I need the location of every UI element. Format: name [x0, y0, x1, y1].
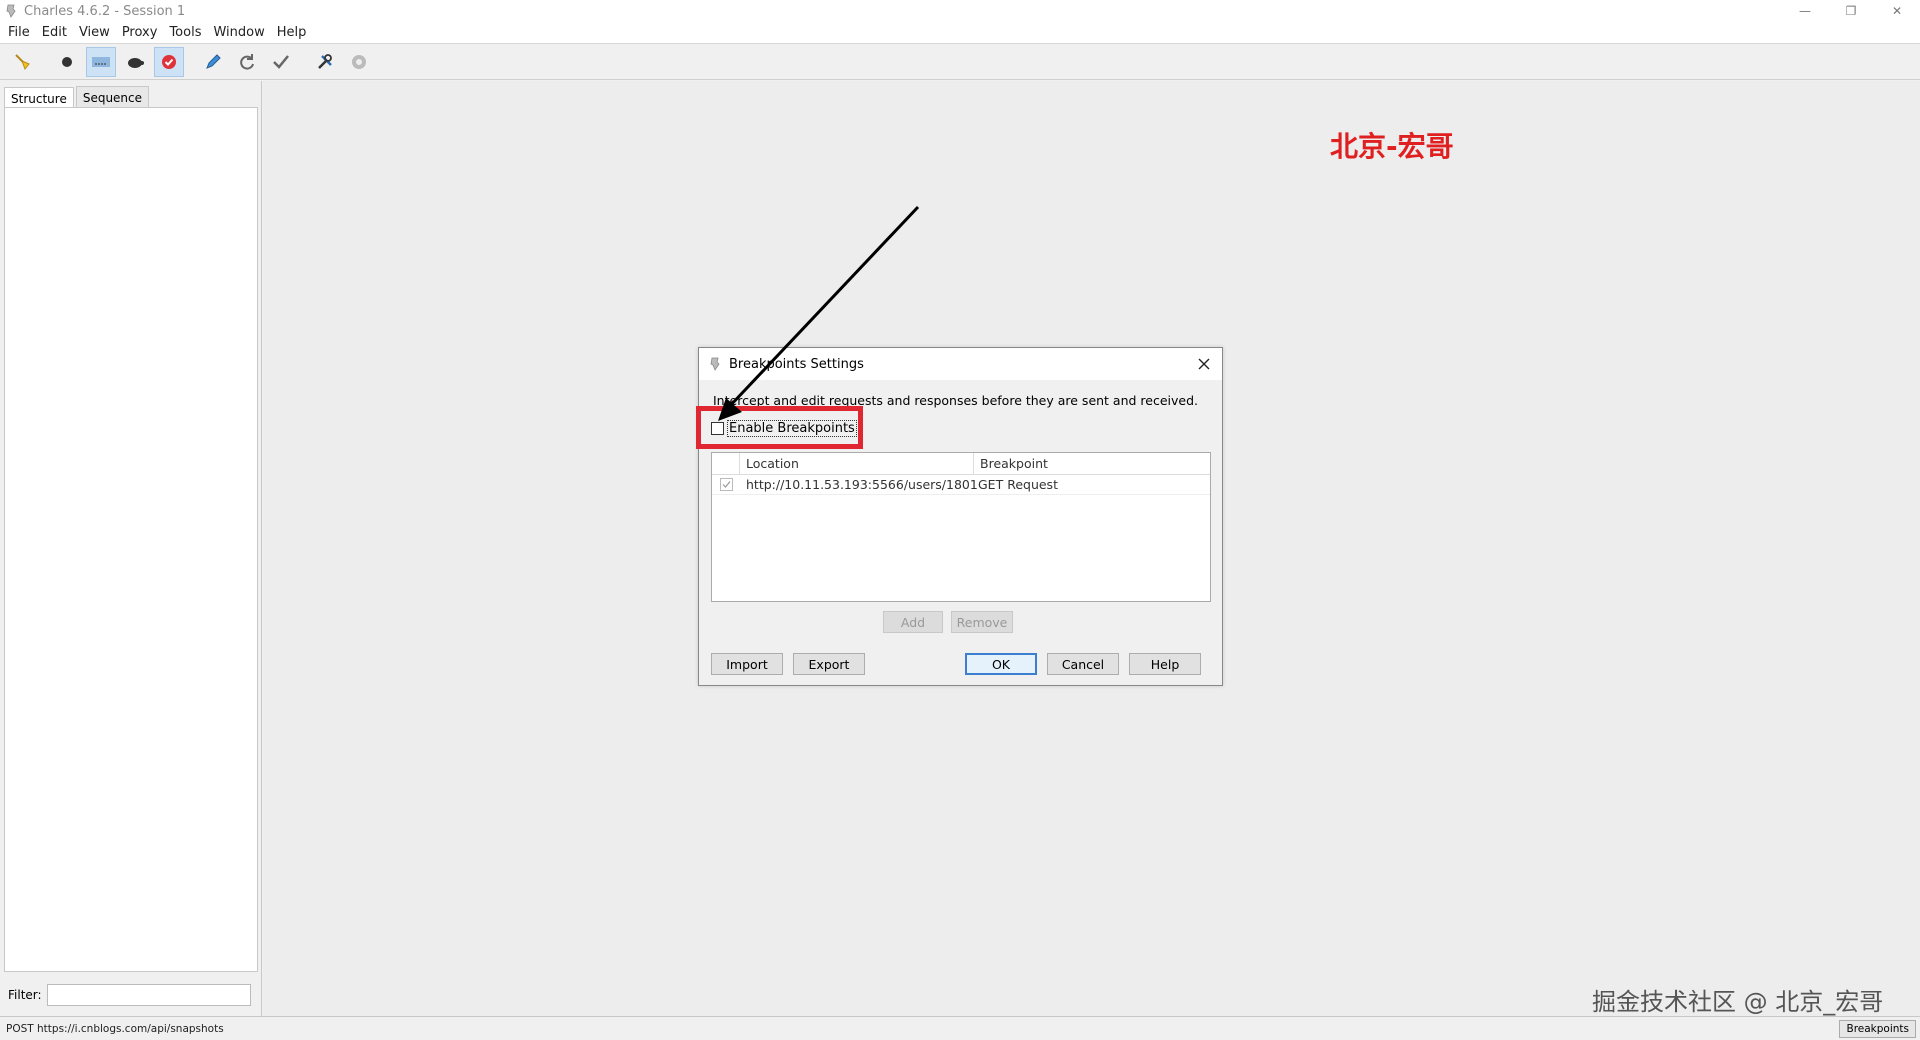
- menu-edit[interactable]: Edit: [36, 25, 73, 40]
- watermark-top: 北京-宏哥: [1330, 130, 1454, 163]
- turtle-icon[interactable]: [120, 47, 150, 77]
- breakpoints-status-badge[interactable]: Breakpoints: [1839, 1020, 1916, 1038]
- toolbar: [0, 44, 1920, 80]
- enable-breakpoints-row[interactable]: Enable Breakpoints: [711, 420, 857, 437]
- status-text: POST https://i.cnblogs.com/api/snapshots: [6, 1022, 224, 1035]
- watermark-bottom: 掘金技术社区 @ 北京_宏哥: [1592, 988, 1884, 1016]
- window-title: Charles 4.6.2 - Session 1: [24, 3, 186, 19]
- pen-icon[interactable]: [198, 47, 228, 77]
- breakpoint-icon[interactable]: [154, 46, 184, 77]
- menu-window[interactable]: Window: [207, 25, 270, 40]
- enable-breakpoints-label[interactable]: Enable Breakpoints: [727, 420, 857, 437]
- filter-label: Filter:: [8, 988, 42, 1002]
- menu-help[interactable]: Help: [271, 25, 313, 40]
- table-row[interactable]: http://10.11.53.193:5566/users/1801 GET …: [712, 475, 1210, 495]
- tab-structure[interactable]: Structure: [4, 87, 74, 109]
- add-button[interactable]: Add: [883, 611, 943, 633]
- tab-sequence[interactable]: Sequence: [75, 86, 150, 108]
- enable-breakpoints-checkbox[interactable]: [711, 422, 724, 435]
- cancel-button[interactable]: Cancel: [1047, 653, 1119, 675]
- minimize-icon[interactable]: —: [1782, 0, 1828, 22]
- import-button[interactable]: Import: [711, 653, 783, 675]
- column-breakpoint[interactable]: Breakpoint: [974, 453, 1048, 474]
- dialog-close-icon[interactable]: [1194, 354, 1214, 374]
- column-location[interactable]: Location: [740, 453, 974, 474]
- menu-view[interactable]: View: [73, 25, 116, 40]
- restore-icon[interactable]: ❐: [1828, 0, 1874, 22]
- structure-tree[interactable]: [4, 107, 258, 972]
- charles-app-icon: [6, 4, 16, 18]
- menu-file[interactable]: File: [0, 25, 36, 40]
- row-enabled-checkbox[interactable]: [719, 478, 733, 491]
- breakpoints-table: Location Breakpoint http://10.11.53.193:…: [711, 452, 1211, 602]
- help-button[interactable]: Help: [1129, 653, 1201, 675]
- menu-bar: File Edit View Proxy Tools Window Help: [0, 22, 1920, 44]
- refresh-icon[interactable]: [232, 47, 262, 77]
- tools-icon[interactable]: [310, 47, 340, 77]
- dialog-title-bar: Breakpoints Settings: [699, 348, 1222, 380]
- table-header: Location Breakpoint: [712, 453, 1210, 475]
- menu-proxy[interactable]: Proxy: [116, 25, 164, 40]
- left-pane: Structure Sequence Filter:: [0, 81, 262, 1016]
- row-location: http://10.11.53.193:5566/users/1801: [746, 477, 978, 492]
- record-icon[interactable]: [52, 47, 82, 77]
- filter-input[interactable]: [46, 984, 251, 1006]
- check-icon[interactable]: [266, 47, 296, 77]
- throttle-icon[interactable]: [86, 46, 116, 77]
- remove-button[interactable]: Remove: [951, 611, 1013, 633]
- row-breakpoint: GET Request: [978, 477, 1058, 492]
- ok-button[interactable]: OK: [965, 653, 1037, 675]
- close-window-icon[interactable]: ✕: [1874, 0, 1920, 22]
- export-button[interactable]: Export: [793, 653, 865, 675]
- dialog-title: Breakpoints Settings: [729, 356, 864, 372]
- menu-tools[interactable]: Tools: [163, 25, 207, 40]
- broom-icon[interactable]: [8, 47, 38, 77]
- title-bar: Charles 4.6.2 - Session 1 — ❐ ✕: [0, 0, 1920, 22]
- charles-dialog-icon: [710, 357, 720, 371]
- settings-icon[interactable]: [344, 47, 374, 77]
- breakpoints-settings-dialog: Breakpoints Settings Intercept and edit …: [696, 347, 1223, 686]
- status-bar: POST https://i.cnblogs.com/api/snapshots…: [0, 1016, 1920, 1040]
